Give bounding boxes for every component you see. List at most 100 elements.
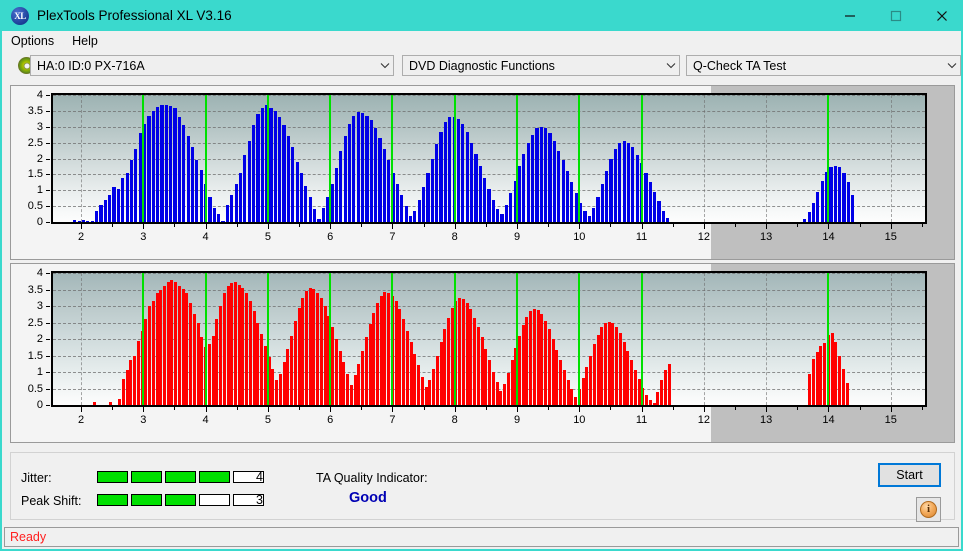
chart-bar	[282, 362, 286, 405]
menu-item-help[interactable]: Help	[70, 33, 106, 49]
x-axis-tick	[890, 407, 892, 412]
chart-bar	[112, 187, 116, 222]
x-axis-tick	[485, 407, 487, 410]
chart-bar	[134, 148, 138, 222]
jitter-plot-area	[51, 93, 927, 224]
chart-bar	[379, 296, 383, 405]
maximize-icon[interactable]	[873, 0, 919, 31]
chart-bar	[526, 142, 530, 222]
chart-bar	[532, 308, 536, 405]
chart-bar	[295, 161, 299, 222]
chart-bar	[609, 158, 613, 222]
chart-bar	[108, 195, 112, 222]
start-button[interactable]: Start	[878, 463, 941, 487]
menu-item-options[interactable]: Options	[9, 33, 62, 49]
grid-line-vertical	[890, 273, 892, 405]
drive-select[interactable]: HA:0 ID:0 PX-716A	[30, 55, 394, 76]
speed-marker-line	[578, 95, 581, 222]
chart-bar	[439, 131, 443, 222]
y-axis-tick-label: 3	[36, 300, 43, 312]
chart-bar	[269, 107, 273, 222]
chart-bar	[245, 292, 249, 405]
chart-bar	[297, 307, 301, 405]
x-axis-tick	[766, 224, 768, 229]
chart-bar	[574, 193, 578, 222]
chart-bar	[293, 320, 297, 405]
x-axis-tick	[641, 407, 643, 412]
x-axis-tick	[361, 407, 363, 410]
x-axis-tick-label: 8	[451, 414, 458, 426]
chart-bar	[660, 380, 664, 405]
chart-bar	[353, 375, 357, 405]
status-text: Ready	[10, 530, 47, 544]
minimize-icon[interactable]	[827, 0, 873, 31]
chart-bar	[439, 342, 443, 405]
y-axis-tick-label: 3.5	[27, 104, 43, 117]
chart-bar	[583, 210, 587, 222]
x-axis-tick	[205, 224, 207, 229]
grid-line-horizontal	[53, 405, 925, 406]
x-axis-tick	[548, 224, 550, 227]
chart-bar	[592, 207, 596, 222]
x-axis-tick-label: 7	[389, 231, 396, 243]
x-axis-tick	[735, 407, 737, 410]
test-select[interactable]: Q-Check TA Test	[686, 55, 961, 76]
chart-bar	[225, 204, 229, 222]
chart-bar	[273, 110, 277, 222]
chart-bar	[476, 327, 480, 405]
function-select[interactable]: DVD Diagnostic Functions	[402, 55, 680, 76]
chart-bar	[256, 322, 260, 405]
chart-bar	[469, 308, 473, 405]
chart-bar	[321, 207, 325, 222]
y-axis-tick-label: 4	[36, 89, 43, 101]
speed-marker-line	[827, 95, 830, 222]
close-icon[interactable]	[919, 0, 961, 31]
x-axis-tick	[112, 224, 114, 227]
y-axis-tick	[46, 174, 50, 176]
chart-bar	[271, 368, 275, 405]
ta-quality-label: TA Quality Indicator:	[316, 471, 428, 485]
chart-bar	[234, 183, 238, 222]
grid-line-vertical	[766, 273, 768, 405]
y-axis-tick	[46, 388, 50, 390]
chart-bar	[173, 107, 177, 222]
chart-bar	[116, 188, 120, 222]
chart-bar	[395, 183, 400, 222]
x-axis-tick	[236, 224, 238, 227]
chart-bar	[155, 293, 159, 405]
test-select-value: Q-Check TA Test	[693, 58, 787, 73]
chart-bar	[499, 391, 503, 405]
chart-bar	[521, 325, 525, 405]
x-axis-tick	[81, 407, 83, 412]
speed-marker-line	[266, 95, 269, 222]
chart-bar	[630, 360, 634, 405]
chart-bar	[148, 306, 152, 405]
chart-bar	[426, 172, 430, 222]
chart-bar	[812, 358, 815, 405]
chart-bar	[838, 355, 842, 405]
chart-bar	[404, 206, 408, 222]
chart-bar	[99, 204, 103, 222]
chart-bar	[221, 221, 225, 222]
jitter-value: 4	[256, 470, 263, 484]
y-axis-tick	[46, 273, 50, 274]
x-axis-tick	[392, 407, 394, 412]
info-button[interactable]: i	[916, 497, 941, 522]
chart-bar	[301, 297, 305, 405]
chart-bar	[422, 187, 426, 222]
speed-marker-line	[391, 273, 394, 405]
chart-bar	[144, 319, 148, 405]
chart-bar	[372, 312, 376, 405]
chart-bar	[830, 333, 834, 405]
chart-bar	[376, 302, 379, 405]
y-axis-tick	[46, 372, 50, 373]
x-axis-tick-label: 2	[77, 414, 85, 426]
x-axis-tick-label: 9	[513, 414, 521, 426]
grid-line-vertical	[890, 95, 892, 222]
grid-line-vertical	[81, 95, 83, 222]
x-axis-tick-label: 12	[697, 414, 710, 426]
chart-bar	[313, 209, 317, 222]
chart-bar	[506, 372, 510, 405]
chevron-down-icon	[662, 56, 679, 75]
chart-bar	[635, 155, 639, 222]
